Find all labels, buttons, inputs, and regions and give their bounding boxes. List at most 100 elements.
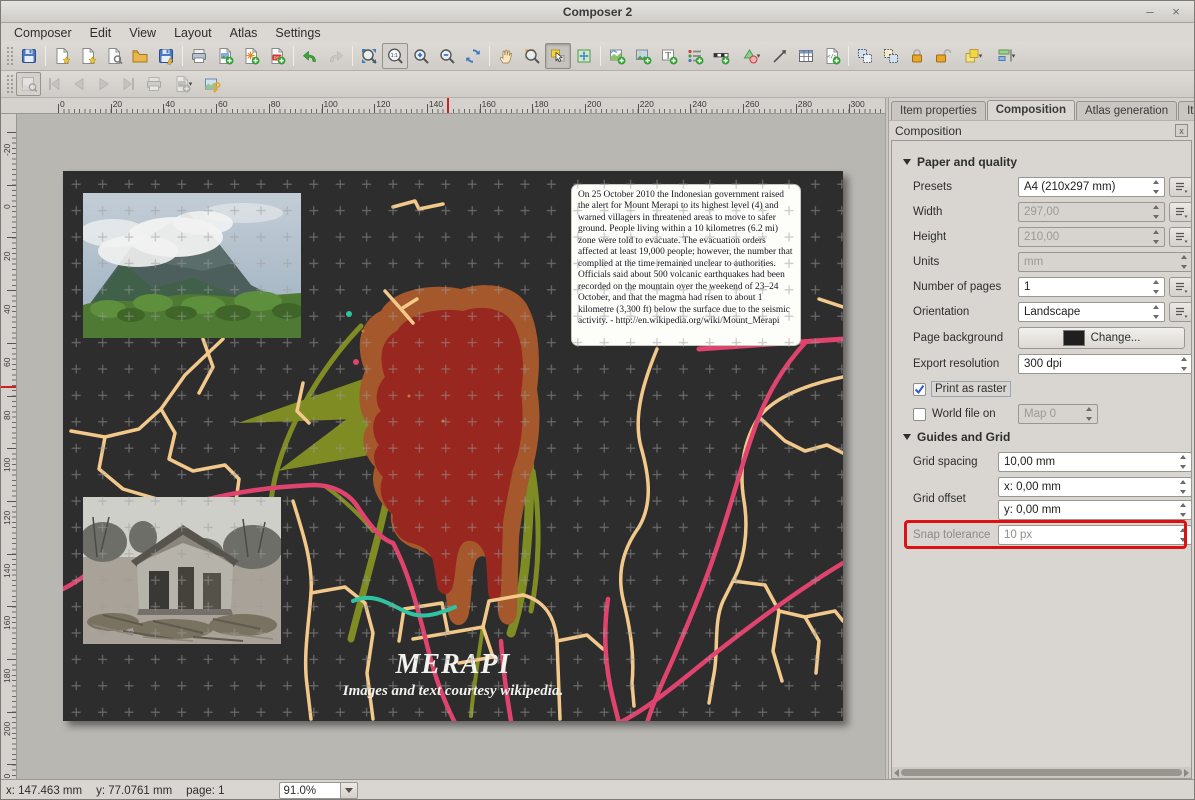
new-composition-button[interactable] (49, 43, 75, 69)
composition-manager-button[interactable] (101, 43, 127, 69)
page-subtitle-label[interactable]: Images and text courtesy wikipedia. (63, 683, 843, 700)
menu-settings[interactable]: Settings (266, 25, 329, 41)
presets-field[interactable]: A4 (210x297 mm) (1018, 177, 1165, 197)
zoom-full-button[interactable] (356, 43, 382, 69)
export-as-pdf-button[interactable]: PDF (264, 43, 290, 69)
chevron-down-icon[interactable]: ▾ (979, 52, 983, 60)
undo-button[interactable] (297, 43, 323, 69)
add-arrow-button[interactable] (767, 43, 793, 69)
tab-item-properties[interactable]: Item properties (891, 101, 986, 120)
zoom-dropdown-button[interactable] (341, 782, 358, 799)
lock-selected-items-button[interactable] (904, 43, 930, 69)
print-as-raster-checkbox[interactable] (913, 383, 926, 396)
add-new-map-button[interactable] (604, 43, 630, 69)
pan-button[interactable] (493, 43, 519, 69)
close-button[interactable]: × (1168, 4, 1184, 20)
page-background-button[interactable]: Change... (1018, 327, 1185, 349)
horizontal-ruler[interactable]: 0204060801001201401601802002202402602803… (1, 98, 885, 114)
zoom-out-button[interactable] (434, 43, 460, 69)
add-label-button[interactable]: T (656, 43, 682, 69)
section-header-paper-and-quality[interactable]: Paper and quality (903, 155, 1185, 169)
tab-composition[interactable]: Composition (987, 100, 1075, 120)
spinner-arrows-icon[interactable] (1153, 180, 1162, 194)
volcano-photo[interactable] (83, 193, 301, 338)
world-file-on-checkbox[interactable] (913, 408, 926, 421)
zoom-region-button[interactable] (519, 43, 545, 69)
spinner-arrows-icon[interactable] (1180, 528, 1189, 542)
grid-offset-field-1[interactable]: y: 0,00 mm (998, 500, 1192, 520)
section-header-guides-and-grid[interactable]: Guides and Grid (903, 430, 1185, 444)
spinner-arrows-icon[interactable] (1180, 503, 1189, 517)
data-defined-button[interactable] (1169, 227, 1192, 247)
select-move-item-button[interactable] (545, 43, 571, 69)
data-defined-button[interactable] (1169, 277, 1192, 297)
wikipedia-textbox[interactable]: On 25 October 2010 the Indonesian govern… (571, 184, 801, 346)
toolbar-handle[interactable] (6, 46, 13, 66)
chevron-down-icon[interactable]: ▾ (1012, 52, 1016, 60)
move-item-content-button[interactable] (571, 43, 597, 69)
add-image-button[interactable] (630, 43, 656, 69)
grid-offset-field-0[interactable]: x: 0,00 mm (998, 477, 1192, 497)
add-legend-button[interactable] (682, 43, 708, 69)
scroll-right-icon[interactable] (1184, 769, 1189, 777)
add-html-frame-button[interactable]: </> (819, 43, 845, 69)
page-title-label[interactable]: MERAPI (63, 649, 843, 681)
add-shape-button[interactable]: ▾ (734, 43, 767, 69)
spinner-arrows-icon[interactable] (1180, 455, 1189, 469)
spinner-arrows-icon[interactable] (1181, 357, 1190, 371)
ungroup-items-button[interactable] (878, 43, 904, 69)
align-selected-items-button[interactable]: ▾ (989, 43, 1022, 69)
dock-close-icon[interactable]: x (1175, 124, 1188, 137)
group-items-button[interactable] (852, 43, 878, 69)
spinner-arrows-icon[interactable] (1180, 480, 1189, 494)
snap-tolerance-field[interactable]: 10 px (998, 525, 1192, 545)
scroll-left-icon[interactable] (894, 769, 899, 777)
grid-spacing-field[interactable]: 10,00 mm (998, 452, 1192, 472)
data-defined-button[interactable] (1169, 177, 1192, 197)
print-button[interactable] (186, 43, 212, 69)
menu-layout[interactable]: Layout (165, 25, 221, 41)
duplicate-composition-button[interactable] (75, 43, 101, 69)
ruins-photo[interactable] (83, 497, 281, 644)
zoom-level-input[interactable]: 91.0% (279, 782, 341, 799)
add-scalebar-button[interactable] (708, 43, 734, 69)
vertical-ruler[interactable]: -20020406080100120140160180200220 (1, 114, 17, 779)
add-attribute-table-button[interactable] (793, 43, 819, 69)
save-project-button[interactable] (16, 43, 42, 69)
spinner-arrows-icon[interactable] (1086, 407, 1095, 421)
unlock-all-items-button[interactable] (930, 43, 956, 69)
zoom-1-1-button[interactable]: 1:1 (382, 43, 408, 69)
composition-page[interactable]: On 25 October 2010 the Indonesian govern… (63, 171, 843, 721)
tab-atlas-generation[interactable]: Atlas generation (1076, 101, 1177, 120)
scroll-thumb[interactable] (901, 769, 1182, 776)
orientation-field[interactable]: Landscape (1018, 302, 1165, 322)
raise-selected-items-button[interactable]: ▾ (956, 43, 989, 69)
save-as-template-button[interactable] (153, 43, 179, 69)
spinner-arrows-icon[interactable] (1153, 305, 1162, 319)
chevron-down-icon[interactable]: ▾ (757, 52, 761, 60)
load-from-template-button[interactable] (127, 43, 153, 69)
minimize-button[interactable]: – (1142, 4, 1158, 20)
panel-horizontal-scrollbar[interactable] (891, 767, 1192, 779)
menu-view[interactable]: View (120, 25, 165, 41)
zoom-in-button[interactable] (408, 43, 434, 69)
atlas-settings-button[interactable] (199, 72, 224, 96)
tab-items[interactable]: Items (1178, 101, 1195, 120)
spinner-arrows-icon[interactable] (1153, 205, 1162, 219)
export-resolution-field[interactable]: 300 dpi (1018, 354, 1192, 374)
menu-edit[interactable]: Edit (81, 25, 121, 41)
titlebar[interactable]: Composer 2 – × (1, 1, 1194, 23)
number-of-pages-field[interactable]: 1 (1018, 277, 1165, 297)
spinner-arrows-icon[interactable] (1153, 230, 1162, 244)
toolbar-handle[interactable] (6, 74, 13, 94)
data-defined-button[interactable] (1169, 302, 1192, 322)
menu-composer[interactable]: Composer (5, 25, 81, 41)
menu-atlas[interactable]: Atlas (221, 25, 267, 41)
spinner-arrows-icon[interactable] (1153, 280, 1162, 294)
refresh-view-button[interactable] (460, 43, 486, 69)
export-as-svg-button[interactable] (238, 43, 264, 69)
export-as-image-button[interactable] (212, 43, 238, 69)
data-defined-button[interactable] (1169, 202, 1192, 222)
composer-canvas[interactable]: On 25 October 2010 the Indonesian govern… (17, 114, 885, 779)
spinner-arrows-icon[interactable] (1181, 255, 1190, 269)
